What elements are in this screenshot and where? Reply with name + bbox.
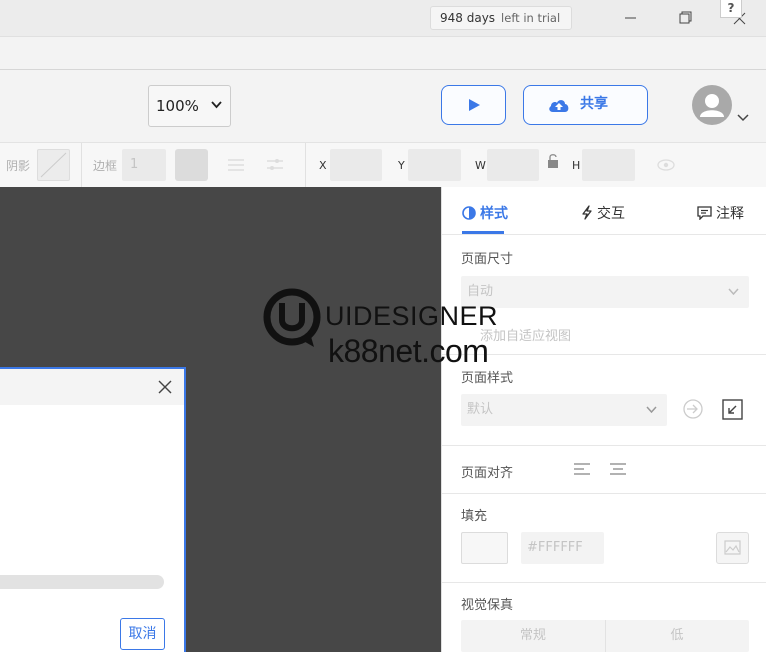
no-shadow-icon: [40, 152, 67, 178]
chevron-down-icon[interactable]: [737, 114, 749, 122]
dialog-progress-bar: [0, 575, 164, 589]
chevron-down-icon: [646, 406, 657, 413]
tab-notes-label: 注释: [716, 206, 744, 222]
page-size-title: 页面尺寸: [461, 252, 514, 267]
fill-image-button[interactable]: [716, 532, 749, 564]
fidelity-option-low[interactable]: 低: [605, 620, 749, 652]
fill-title: 填充: [461, 509, 488, 524]
zoom-value: 100%: [156, 97, 199, 115]
divider: [442, 445, 766, 446]
restore-button[interactable]: [670, 6, 700, 30]
trial-badge[interactable]: 948 days left in trial: [430, 6, 572, 30]
tab-style-label: 样式: [480, 206, 508, 222]
page-style-value: 默认: [467, 402, 494, 417]
separator: [81, 143, 82, 188]
x-input[interactable]: [330, 149, 382, 181]
chevron-down-icon: [728, 288, 739, 295]
width-input[interactable]: [487, 149, 539, 181]
fidelity-option-normal[interactable]: 常规: [461, 620, 605, 652]
y-label: Y: [398, 159, 405, 172]
shadow-label: 阴影: [6, 159, 31, 173]
inspector-panel: 样式 交互 注释 页面尺寸 自动 添加自适应视图 页面样式 默认 页面对齐 填充…: [441, 187, 766, 652]
toolbar-divider: [0, 69, 766, 70]
fill-hex-input[interactable]: #FFFFFF: [521, 532, 604, 564]
border-width-input[interactable]: 1: [122, 149, 166, 181]
fill-color-swatch[interactable]: [461, 532, 508, 564]
page-style-select[interactable]: 默认: [461, 394, 667, 426]
separator: [305, 143, 306, 188]
divider: [442, 234, 766, 235]
w-label: W: [475, 159, 486, 172]
align-center-icon[interactable]: [609, 462, 627, 476]
border-style-icon[interactable]: [226, 157, 246, 173]
share-label: 共享: [580, 96, 608, 112]
trial-days: 948 days: [440, 11, 496, 25]
help-icon[interactable]: ?: [720, 0, 742, 18]
cancel-button[interactable]: 取消: [120, 618, 165, 650]
property-bar: 阴影 边框 1 X Y W H: [0, 142, 766, 188]
visibility-icon[interactable]: [656, 157, 676, 173]
y-input[interactable]: [408, 149, 461, 181]
manage-styles-icon[interactable]: [722, 399, 743, 420]
restore-icon: [679, 11, 692, 24]
border-color-swatch[interactable]: [175, 149, 208, 181]
play-icon: [469, 99, 480, 111]
design-canvas[interactable]: 取消: [0, 187, 441, 652]
zoom-select[interactable]: 100%: [148, 85, 231, 127]
tab-notes[interactable]: 注释: [697, 203, 744, 223]
page-align-title: 页面对齐: [461, 466, 514, 481]
watermark-brand: UIDESIGNER: [325, 301, 499, 331]
h-label: H: [572, 159, 581, 172]
lightning-icon: [582, 205, 592, 220]
divider: [442, 493, 766, 494]
chevron-down-icon: [211, 101, 222, 109]
watermark: UIDESIGNER k88net.com: [262, 287, 507, 369]
height-input[interactable]: [582, 149, 635, 181]
minimize-button[interactable]: [616, 6, 646, 30]
fidelity-title: 视觉保真: [461, 598, 514, 613]
image-icon: [724, 540, 741, 555]
border-sides-icon[interactable]: [265, 157, 285, 173]
lock-open-icon[interactable]: [547, 153, 559, 169]
avatar[interactable]: [692, 85, 732, 125]
tab-interaction-label: 交互: [597, 206, 625, 222]
tab-style[interactable]: 样式: [462, 203, 508, 223]
share-button[interactable]: 共享: [523, 85, 648, 125]
style-icon: [462, 206, 476, 220]
preview-button[interactable]: [441, 85, 506, 125]
comment-icon: [697, 206, 712, 221]
fidelity-toggle: 常规 低: [461, 620, 749, 652]
apply-style-icon[interactable]: [682, 398, 704, 420]
title-bar: 948 days left in trial ?: [0, 0, 766, 36]
border-label: 边框: [93, 159, 118, 173]
shadow-toggle[interactable]: [37, 149, 70, 181]
close-icon[interactable]: [156, 378, 174, 396]
watermark-url: k88net.com: [328, 333, 489, 369]
main-toolbar: 100% 共享: [0, 36, 766, 142]
dialog-widget[interactable]: 取消: [0, 367, 186, 652]
minimize-icon: [625, 17, 636, 19]
align-left-icon[interactable]: [573, 462, 591, 476]
tab-interaction[interactable]: 交互: [581, 203, 625, 223]
trial-suffix: left in trial: [501, 11, 561, 25]
watermark-logo: [263, 288, 321, 347]
cloud-upload-icon: [549, 100, 569, 112]
x-label: X: [319, 159, 327, 172]
user-icon: [700, 94, 724, 117]
divider: [442, 582, 766, 583]
